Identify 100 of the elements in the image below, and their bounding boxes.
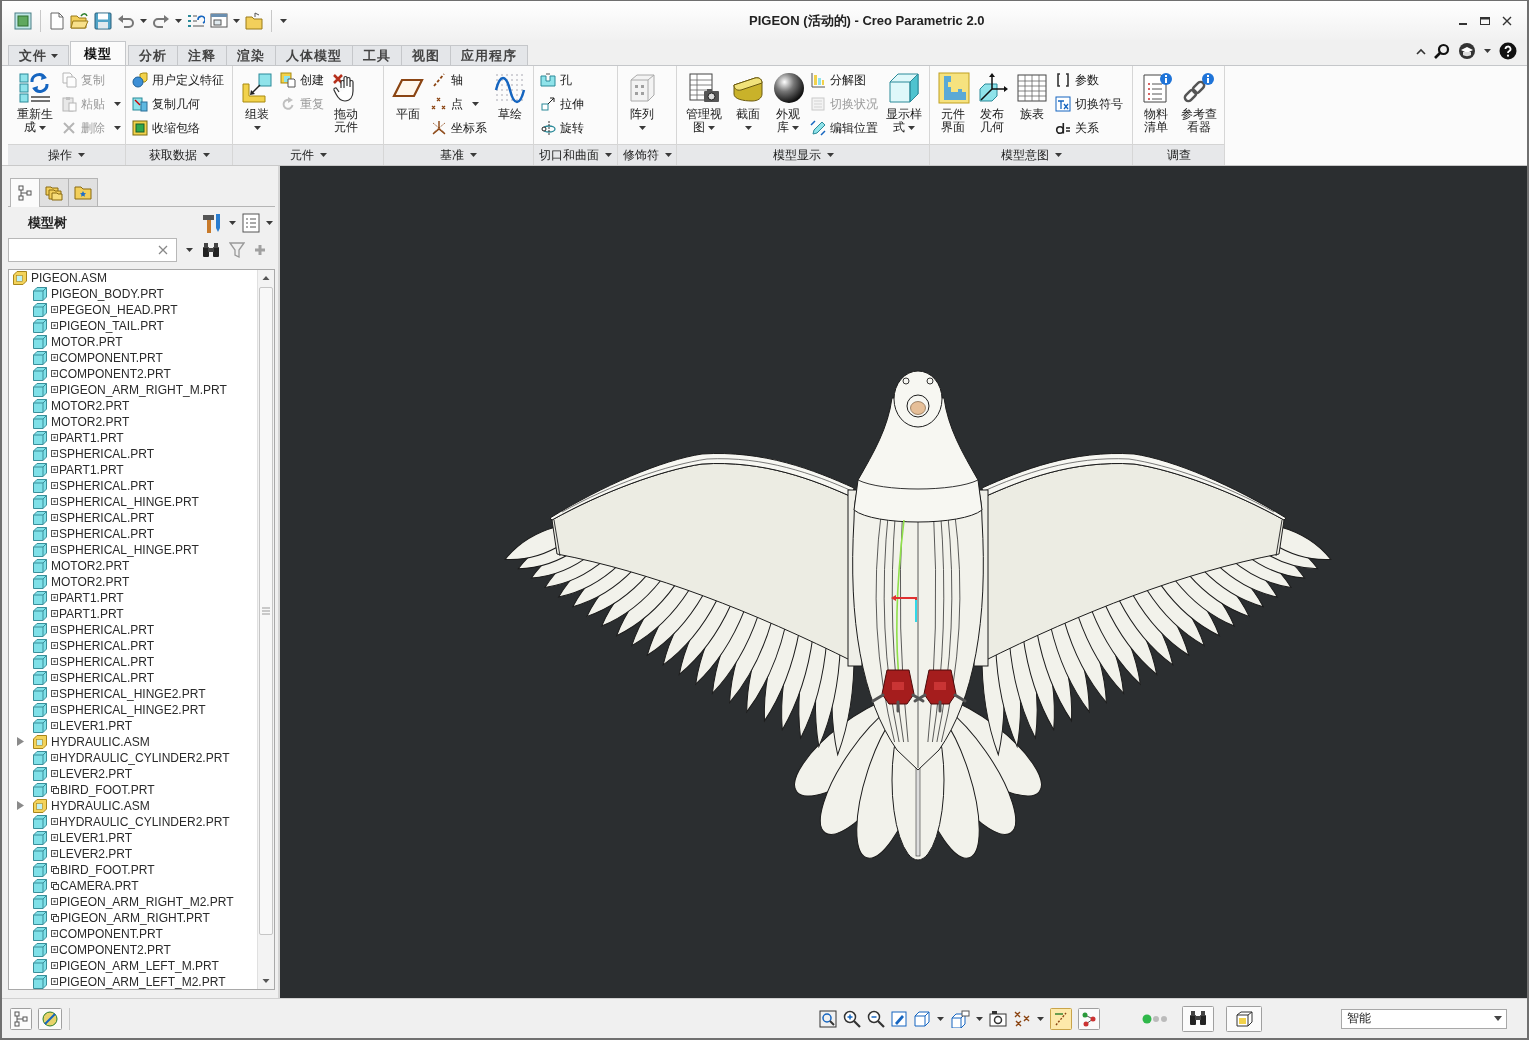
ribbon-tab[interactable]: 视图 <box>401 45 451 65</box>
tree-node-label[interactable]: LEVER2.PRT <box>59 766 133 781</box>
tree-node-label[interactable]: SPHERICAL.PRT <box>59 622 155 637</box>
caret-icon[interactable] <box>175 18 182 23</box>
ribbon-button[interactable]: 外观库 <box>771 70 805 134</box>
tree-node-label[interactable]: SPHERICAL.PRT <box>59 510 155 525</box>
tree-node-label[interactable]: LEVER1.PRT <box>59 830 133 845</box>
tree-node-label[interactable]: SPHERICAL.PRT <box>59 526 155 541</box>
ribbon-button[interactable]: 孔 <box>540 72 584 88</box>
framed-binoculars-icon[interactable] <box>1182 1005 1214 1032</box>
ribbon-button[interactable]: 元件界面 <box>936 70 970 134</box>
tree-node-label[interactable]: SPHERICAL.PRT <box>59 638 155 653</box>
navigator-tab[interactable] <box>39 178 69 206</box>
tree-node-label[interactable]: PIGEON.ASM <box>31 270 107 285</box>
ribbon-tab[interactable]: 文件 <box>8 45 69 65</box>
ribbon-button[interactable]: 发布几何 <box>975 70 1009 134</box>
tree-node-label[interactable]: SPHERICAL_HINGE.PRT <box>59 494 199 509</box>
caret-icon[interactable] <box>280 18 287 23</box>
close-icon[interactable] <box>1501 14 1513 27</box>
chevron-up-icon[interactable] <box>1416 47 1426 55</box>
caret-icon[interactable] <box>140 18 147 23</box>
ribbon-tab[interactable]: 渲染 <box>226 45 276 65</box>
ribbon-button[interactable]: 收缩包络 <box>132 120 224 136</box>
app-icon[interactable] <box>14 11 32 30</box>
ribbon-button[interactable]: 参数 <box>1055 72 1123 88</box>
ribbon-tab[interactable]: 应用程序 <box>450 45 528 65</box>
ribbon-group-label[interactable]: 切口和曲面 <box>534 144 617 165</box>
ribbon-button[interactable]: 关系 <box>1055 120 1123 136</box>
windows-icon[interactable] <box>210 12 228 29</box>
ribbon-button[interactable]: 复制几何 <box>132 96 224 112</box>
ribbon-button[interactable]: 草绘 <box>492 70 528 121</box>
tree-node-label[interactable]: PART1.PRT <box>59 430 124 445</box>
tree-node-label[interactable]: PIGEON_ARM_LEFT_M.PRT <box>59 958 219 973</box>
search-field[interactable] <box>8 237 177 262</box>
tagged-cube-icon[interactable] <box>950 1009 970 1028</box>
tree-node-label[interactable]: PIGEON_ARM_RIGHT_M2.PRT <box>59 894 234 909</box>
ribbon-tab[interactable]: 人体模型 <box>275 45 353 65</box>
ribbon-button[interactable]: 坐标系 <box>431 120 487 136</box>
maximize-icon[interactable] <box>1479 14 1491 27</box>
tree-node-label[interactable]: PEGEON_HEAD.PRT <box>59 302 178 317</box>
tree-node-label[interactable]: SPHERICAL.PRT <box>59 478 155 493</box>
tree-node-label[interactable]: PIGEON_BODY.PRT <box>51 286 164 301</box>
ribbon-button[interactable]: 旋转 <box>540 120 584 136</box>
tree-node-label[interactable]: CAMERA.PRT <box>60 878 139 893</box>
ribbon-button[interactable]: 轴 <box>431 72 487 88</box>
ribbon-tab[interactable]: 注释 <box>177 45 227 65</box>
ribbon-tab[interactable]: 分析 <box>128 45 178 65</box>
ribbon-group-label[interactable]: 获取数据 <box>126 144 232 165</box>
tree-node-label[interactable]: PIGEON_ARM_RIGHT.PRT <box>60 910 210 925</box>
caret-icon[interactable] <box>937 1016 944 1021</box>
ribbon-button[interactable]: 拖动元件 <box>329 70 363 134</box>
ribbon-button[interactable]: 分解图 <box>810 72 878 88</box>
expand-arrow-icon[interactable] <box>17 801 24 811</box>
zoom-box-icon[interactable] <box>819 1009 837 1028</box>
cap-circle-icon[interactable] <box>1458 42 1476 60</box>
ribbon-group-label[interactable]: 修饰符 <box>618 144 676 165</box>
tree-node-label[interactable]: MOTOR2.PRT <box>51 558 130 573</box>
tree-node-label[interactable]: SPHERICAL.PRT <box>59 670 155 685</box>
tree-node-label[interactable]: SPHERICAL.PRT <box>59 654 155 669</box>
ribbon-button[interactable]: 参考查看器 <box>1178 70 1220 134</box>
zoom-out-icon[interactable] <box>867 1009 885 1028</box>
ribbon-button[interactable]: 拉伸 <box>540 96 584 112</box>
tree-node-label[interactable]: MOTOR.PRT <box>51 334 123 349</box>
hammer-pen-icon[interactable] <box>201 212 223 234</box>
tree-node-label[interactable]: PART1.PRT <box>59 606 124 621</box>
navigator-tab[interactable] <box>68 178 98 206</box>
tree-node-label[interactable]: SPHERICAL_HINGE2.PRT <box>59 686 206 701</box>
tree-node-label[interactable]: BIRD_FOOT.PRT <box>60 862 155 877</box>
ribbon-button[interactable]: 组装 <box>239 70 275 130</box>
ribbon-tab[interactable]: 模型 <box>70 41 126 65</box>
ribbon-group-label[interactable]: 模型意图 <box>930 144 1132 165</box>
scrollbar-thumb[interactable] <box>259 286 273 935</box>
framed-tree-icon[interactable] <box>10 1007 32 1030</box>
tree-node-label[interactable]: COMPONENT.PRT <box>59 926 163 941</box>
open-folder-icon[interactable] <box>70 11 89 30</box>
tree-node-label[interactable]: PIGEON_ARM_LEFT_M2.PRT <box>59 974 226 989</box>
selection-filter-dropdown[interactable]: 智能 <box>1341 1008 1507 1029</box>
ribbon-button[interactable]: 物料清单 <box>1139 70 1173 134</box>
framed-nodes-icon[interactable] <box>1078 1007 1100 1030</box>
ribbon-button[interactable]: 截面 <box>730 70 766 130</box>
ribbon-button[interactable]: 点 <box>431 96 487 112</box>
tree-node-label[interactable]: MOTOR2.PRT <box>51 398 130 413</box>
ribbon-button[interactable]: 重新生成 <box>14 70 56 134</box>
tree-node-label[interactable]: LEVER1.PRT <box>59 718 133 733</box>
tree-node-label[interactable]: PART1.PRT <box>59 462 124 477</box>
expand-arrow-icon[interactable] <box>17 737 24 747</box>
tree-node-label[interactable]: HYDRAULIC_CYLINDER2.PRT <box>59 814 230 829</box>
caret-icon[interactable] <box>266 221 273 225</box>
blank-page-icon[interactable] <box>49 11 65 30</box>
tree-node-label[interactable]: SPHERICAL_HINGE.PRT <box>59 542 199 557</box>
framed-box-icon[interactable] <box>1226 1005 1262 1032</box>
ribbon-group-label[interactable]: 元件 <box>233 144 383 165</box>
camera-icon[interactable] <box>989 1009 1007 1028</box>
ribbon-button[interactable]: 阵列 <box>624 70 660 130</box>
help-icon[interactable] <box>1499 42 1517 60</box>
ribbon-button[interactable]: 用户定义特征 <box>132 72 224 88</box>
caret-icon[interactable] <box>229 221 236 225</box>
folder-icon[interactable] <box>245 11 263 30</box>
ribbon-button[interactable]: 显示样式 <box>883 70 925 134</box>
tree-node-label[interactable]: HYDRAULIC_CYLINDER2.PRT <box>59 750 230 765</box>
